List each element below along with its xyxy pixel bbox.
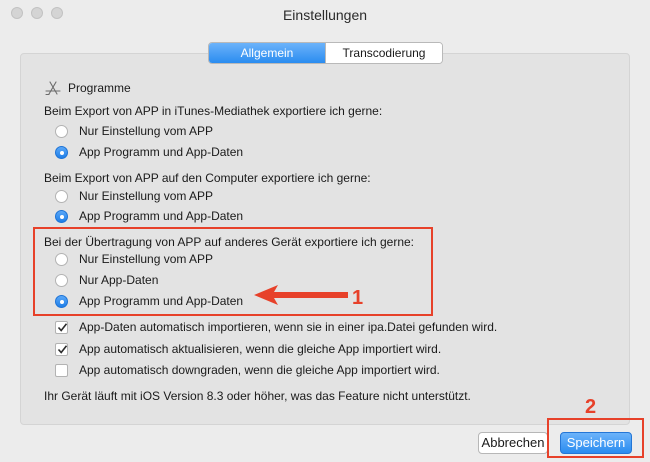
tab-bar: Allgemein Transcodierung — [208, 42, 443, 64]
checkbox-auto-import[interactable] — [55, 321, 68, 334]
settings-window: Einstellungen Allgemein Transcodierung P… — [0, 0, 650, 462]
group1-heading: Beim Export von APP in iTunes-Mediathek … — [44, 104, 383, 118]
tab-transcodierung[interactable]: Transcodierung — [325, 43, 442, 63]
group1-option-2-label: App Programm und App-Daten — [79, 145, 244, 159]
highlight-box-group3 — [33, 227, 433, 316]
annotation-marker-1: 1 — [352, 287, 364, 309]
group2-option-2-label: App Programm und App-Daten — [79, 209, 244, 223]
group1-radio-option-1[interactable] — [55, 125, 68, 138]
group1-option-1-label: Nur Einstellung vom APP — [79, 124, 214, 138]
checkbox-auto-import-label: App-Daten automatisch importieren, wenn … — [79, 320, 498, 334]
group1-radio-option-2[interactable] — [55, 146, 68, 159]
app-store-icon — [44, 80, 62, 96]
checkbox-auto-update-label: App automatisch aktualisieren, wenn die … — [79, 342, 442, 356]
checkbox-auto-update[interactable] — [55, 343, 68, 356]
annotation-marker-2: 2 — [585, 396, 597, 418]
group2-heading: Beim Export von APP auf den Computer exp… — [44, 171, 371, 185]
checkbox-auto-downgrade-label: App automatisch downgraden, wenn die gle… — [79, 363, 440, 377]
section-header: Programme — [44, 80, 131, 96]
annotation-arrow-icon — [254, 285, 348, 305]
tab-allgemein[interactable]: Allgemein — [209, 43, 325, 63]
ios-version-note: Ihr Gerät läuft mit iOS Version 8.3 oder… — [44, 389, 471, 403]
group2-radio-option-1[interactable] — [55, 190, 68, 203]
group2-option-1-label: Nur Einstellung vom APP — [79, 189, 214, 203]
checkbox-auto-downgrade[interactable] — [55, 364, 68, 377]
cancel-button[interactable]: Abbrechen — [478, 432, 548, 454]
group2-radio-option-2[interactable] — [55, 210, 68, 223]
window-title: Einstellungen — [282, 7, 368, 23]
section-title: Programme — [68, 81, 131, 95]
highlight-box-save — [547, 418, 644, 458]
title-bar: Einstellungen — [0, 0, 650, 30]
